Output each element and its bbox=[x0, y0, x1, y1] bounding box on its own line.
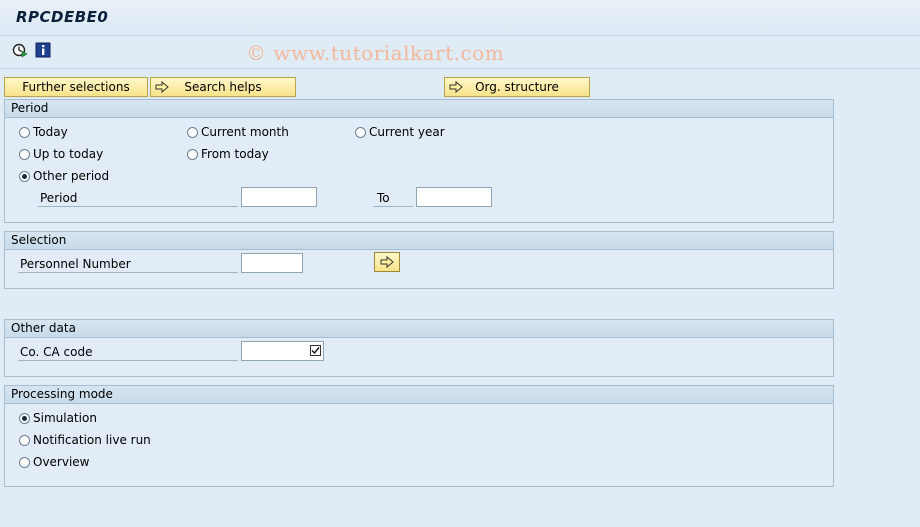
execute-icon[interactable] bbox=[12, 42, 28, 58]
arrow-right-icon bbox=[449, 80, 463, 94]
radio-simulation[interactable]: Simulation bbox=[19, 411, 97, 425]
period-to-field[interactable] bbox=[416, 187, 492, 207]
period-from-field[interactable] bbox=[241, 187, 317, 207]
radio-from-today[interactable]: From today bbox=[187, 147, 269, 161]
org-structure-label: Org. structure bbox=[475, 80, 559, 94]
info-icon[interactable] bbox=[35, 42, 51, 58]
personnel-number-field[interactable] bbox=[241, 253, 303, 273]
radio-overview-label: Overview bbox=[33, 455, 90, 469]
to-label: To bbox=[377, 191, 390, 205]
co-ca-label-underline bbox=[18, 360, 238, 361]
search-helps-label: Search helps bbox=[184, 80, 262, 94]
radio-overview[interactable]: Overview bbox=[19, 455, 90, 469]
co-ca-code-field[interactable] bbox=[241, 341, 324, 361]
window-title: RPCDEBE0 bbox=[16, 8, 109, 26]
radio-current-year[interactable]: Current year bbox=[355, 125, 445, 139]
radio-current-month[interactable]: Current month bbox=[187, 125, 289, 139]
radio-simulation-label: Simulation bbox=[33, 411, 97, 425]
to-label-underline bbox=[373, 206, 413, 207]
radio-notification-live-run-label: Notification live run bbox=[33, 433, 151, 447]
radio-today[interactable]: Today bbox=[19, 125, 68, 139]
radio-up-to-today[interactable]: Up to today bbox=[19, 147, 103, 161]
radio-up-to-today-label: Up to today bbox=[33, 147, 104, 161]
other-data-group-title: Other data bbox=[5, 320, 833, 338]
arrow-right-icon bbox=[155, 80, 169, 94]
radio-circle-selected[interactable] bbox=[19, 412, 30, 424]
radio-circle[interactable] bbox=[187, 148, 198, 160]
checkbox-checked-icon[interactable] bbox=[310, 345, 321, 356]
personnel-label-underline bbox=[18, 272, 238, 273]
radio-other-period[interactable]: Other period bbox=[19, 169, 109, 183]
radio-from-today-label: From today bbox=[201, 147, 269, 161]
period-group-title: Period bbox=[5, 100, 833, 118]
radio-circle[interactable] bbox=[187, 126, 198, 138]
further-selections-button[interactable]: Further selections bbox=[4, 77, 148, 97]
period-label: Period bbox=[40, 191, 78, 205]
further-selections-label: Further selections bbox=[22, 80, 130, 94]
period-label-underline bbox=[38, 206, 238, 207]
radio-circle[interactable] bbox=[19, 434, 30, 446]
search-helps-button[interactable]: Search helps bbox=[150, 77, 296, 97]
org-structure-button[interactable]: Org. structure bbox=[444, 77, 590, 97]
radio-circle[interactable] bbox=[19, 126, 30, 138]
other-data-group: Other data bbox=[4, 319, 834, 377]
processing-mode-group-title: Processing mode bbox=[5, 386, 833, 404]
radio-other-period-label: Other period bbox=[33, 169, 110, 183]
radio-today-label: Today bbox=[33, 125, 68, 139]
watermark: © www.tutorialkart.com bbox=[246, 41, 505, 65]
radio-notification-live-run[interactable]: Notification live run bbox=[19, 433, 151, 447]
radio-circle[interactable] bbox=[19, 148, 30, 160]
radio-circle[interactable] bbox=[355, 126, 366, 138]
radio-current-month-label: Current month bbox=[201, 125, 289, 139]
personnel-number-label: Personnel Number bbox=[20, 257, 131, 271]
radio-current-year-label: Current year bbox=[369, 125, 445, 139]
radio-circle-selected[interactable] bbox=[19, 170, 30, 182]
arrow-right-icon bbox=[380, 255, 394, 269]
co-ca-code-label: Co. CA code bbox=[20, 345, 93, 359]
multiple-selection-button[interactable] bbox=[374, 252, 400, 272]
application-toolbar: © www.tutorialkart.com bbox=[0, 36, 920, 69]
title-bar: RPCDEBE0 bbox=[0, 0, 920, 36]
radio-circle[interactable] bbox=[19, 456, 30, 468]
selection-group-title: Selection bbox=[5, 232, 833, 250]
